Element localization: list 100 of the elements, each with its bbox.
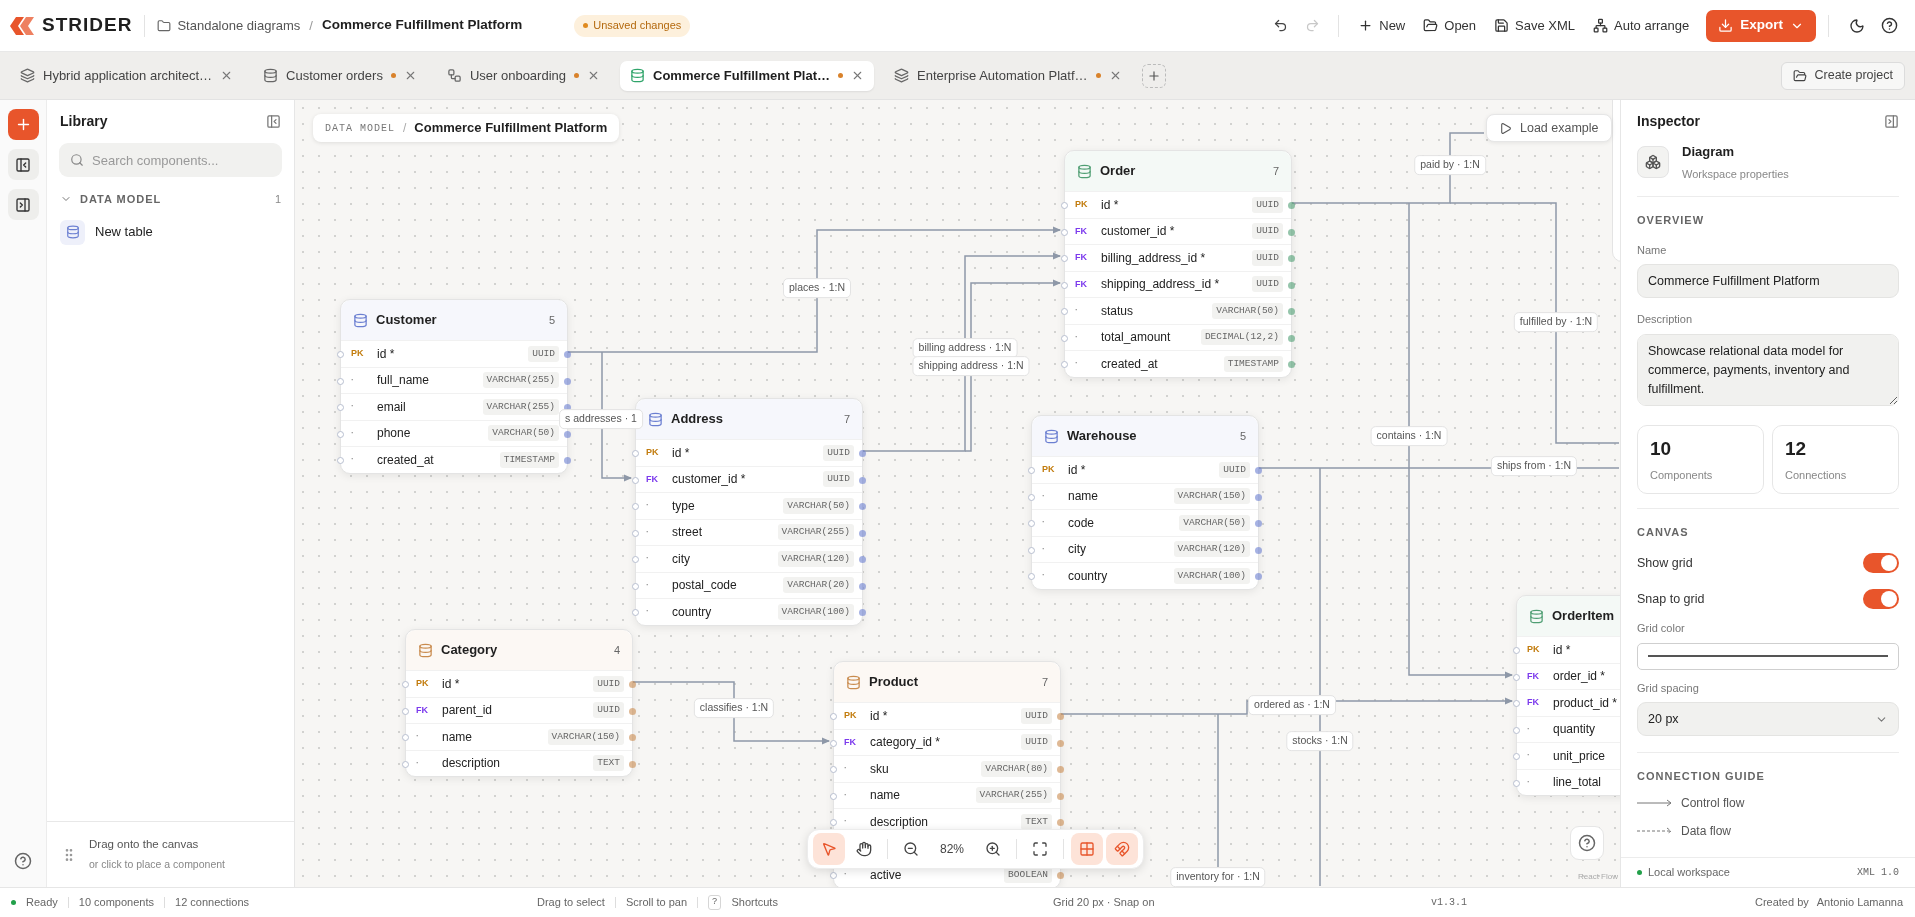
field-key: PK <box>416 677 442 691</box>
field-type: UUID <box>1252 249 1283 266</box>
field-key: · <box>351 400 377 414</box>
field-type: TEXT <box>1021 813 1052 830</box>
connector-label: inventory for · 1:N <box>1170 867 1266 887</box>
hint-title: Drag onto the canvas <box>89 837 200 852</box>
field-name: id * <box>442 675 460 693</box>
connector-label: billing address · 1:N <box>912 338 1018 358</box>
field-name: type <box>672 497 695 515</box>
field-key: · <box>1042 516 1068 530</box>
field-type: DECIMAL(12,2) <box>1200 329 1283 346</box>
connector-label: ships from · 1:N <box>1490 456 1578 476</box>
field-type: UUID <box>823 444 854 461</box>
field-key: FK <box>1075 277 1101 291</box>
field-name: name <box>442 728 473 746</box>
field-name: country <box>1068 567 1108 585</box>
workspace-label: Local workspace <box>1648 865 1730 881</box>
field-type: VARCHAR(50) <box>488 425 559 442</box>
field-name: shipping_address_id * <box>1101 276 1220 294</box>
stat-value: 12 <box>1785 436 1808 461</box>
field-type: VARCHAR(80) <box>981 760 1052 777</box>
hint-subtitle: or click to place a component <box>89 857 225 873</box>
field-name: id * <box>1068 461 1086 479</box>
field-key: PK <box>844 709 870 723</box>
field-key: · <box>646 499 672 513</box>
field-name: postal_code <box>672 577 737 595</box>
field-key: · <box>646 525 672 539</box>
field-name: quantity <box>1553 721 1596 739</box>
field-type: VARCHAR(150) <box>547 728 624 745</box>
field-key: · <box>844 762 870 776</box>
field-name: phone <box>377 425 411 443</box>
field-type: UUID <box>1021 707 1052 724</box>
stat-label: Connections <box>1785 468 1848 483</box>
field-key: · <box>1042 489 1068 503</box>
field-key: FK <box>1075 224 1101 238</box>
field-key: FK <box>1527 696 1553 710</box>
field-type: VARCHAR(255) <box>482 372 559 389</box>
field-name: sku <box>870 760 889 778</box>
field-key: PK <box>1042 463 1068 477</box>
field-name: created_at <box>377 451 434 469</box>
section-heading: CONNECTION GUIDE <box>1637 769 1766 784</box>
field-name: category_id * <box>870 734 941 752</box>
section-count: 1 <box>274 191 281 207</box>
field-type: VARCHAR(100) <box>777 603 854 620</box>
setting-label: Snap to grid <box>1637 590 1705 608</box>
field-type: TIMESTAMP <box>1223 355 1283 372</box>
connector-label: stocks · 1:N <box>1286 731 1354 751</box>
field-name: product_id * <box>1553 694 1618 712</box>
field-count: 5 <box>548 312 555 328</box>
field-type: UUID <box>1252 223 1283 240</box>
field-count: 7 <box>1272 163 1279 179</box>
field-name: city <box>1068 541 1086 559</box>
connector-label: fulfilled by · 1:N <box>1513 312 1599 332</box>
component-count: 10 components <box>78 895 154 911</box>
field-key: · <box>1042 569 1068 583</box>
breadcrumb-title: Commerce Fulfillment Platform <box>414 119 608 138</box>
field-key: · <box>844 868 870 882</box>
table-name: Customer <box>376 311 437 330</box>
connector-label: contains · 1:N <box>1370 426 1448 446</box>
credit-name: Antonio Lamanna <box>1816 895 1903 911</box>
field-count: 7 <box>843 411 850 427</box>
field-key: · <box>1527 749 1553 763</box>
field-key: FK <box>646 472 672 486</box>
field-name: name <box>1068 488 1099 506</box>
field-name: active <box>870 866 902 884</box>
field-type: UUID <box>1252 196 1283 213</box>
field-type: VARCHAR(50) <box>1212 302 1283 319</box>
tab-label: User onboarding <box>469 66 566 85</box>
guide-label: Control flow <box>1681 794 1745 812</box>
setting-label: Show grid <box>1637 554 1693 572</box>
field-type: TEXT <box>593 755 624 772</box>
field-name: customer_id * <box>1101 223 1175 241</box>
grid-status: Grid 20 px · Snap on <box>1053 895 1156 911</box>
field-type: VARCHAR(150) <box>1173 488 1250 505</box>
connector-label: shipping address · 1:N <box>912 356 1030 376</box>
field-type: UUID <box>1252 276 1283 293</box>
field-name: total_amount <box>1101 329 1171 347</box>
field-name: status <box>1101 302 1133 320</box>
field-name: full_name <box>377 372 430 390</box>
item-label: New table <box>95 223 153 242</box>
field-name: billing_address_id * <box>1101 249 1206 267</box>
field-key: FK <box>1075 251 1101 265</box>
field-key: · <box>1075 330 1101 344</box>
field-key: PK <box>1075 198 1101 212</box>
section-heading: OVERVIEW <box>1637 213 1706 228</box>
tab-label: Enterprise Automation Platf… <box>917 66 1088 85</box>
field-name: city <box>672 550 690 568</box>
field-type: TIMESTAMP <box>499 451 559 468</box>
connector-label: places · 1:N <box>783 278 851 298</box>
section-heading: CANVAS <box>1637 524 1690 540</box>
credit-label: Created by <box>1754 895 1809 911</box>
unsaved-badge: Unsaved changes <box>574 14 691 37</box>
tab-label: Customer orders <box>286 66 383 85</box>
connection-count: 12 connections <box>175 895 249 911</box>
version-label: v1.3.1 <box>1431 896 1467 910</box>
tab-label: Hybrid application architect… <box>43 66 213 85</box>
field-key: PK <box>646 446 672 460</box>
field-key: · <box>646 578 672 592</box>
field-type: UUID <box>528 345 559 362</box>
breadcrumb-separator: / <box>309 16 313 35</box>
